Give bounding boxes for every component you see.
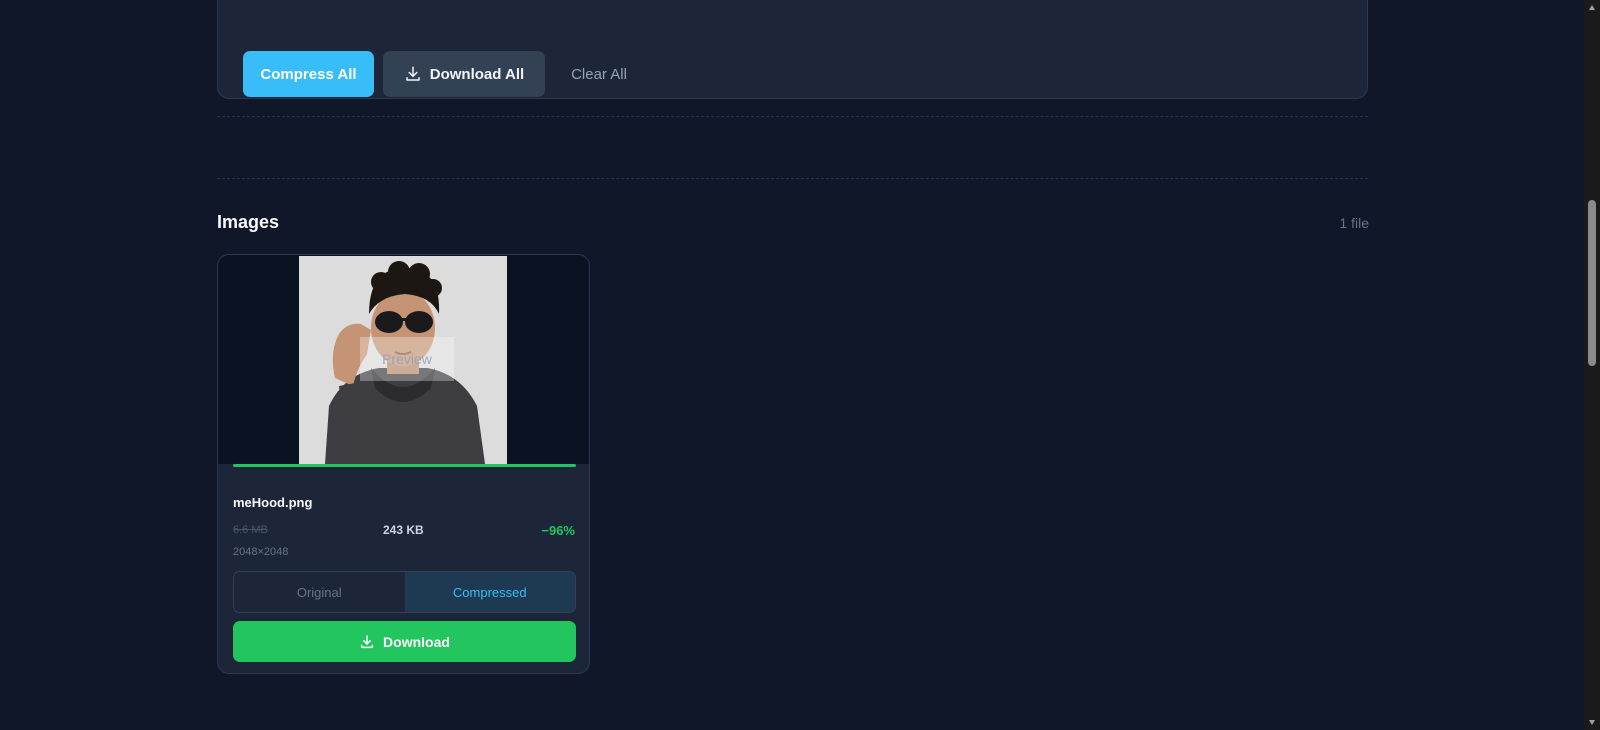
compressed-size: 243 KB bbox=[383, 523, 424, 537]
download-button[interactable]: Download bbox=[233, 621, 576, 662]
download-icon bbox=[406, 66, 420, 81]
download-all-button[interactable]: Download All bbox=[383, 51, 545, 97]
image-preview[interactable]: Preview bbox=[218, 255, 589, 464]
section-divider bbox=[217, 178, 1368, 179]
file-count: 1 file bbox=[1339, 215, 1369, 231]
toggle-original[interactable]: Original bbox=[234, 572, 405, 612]
original-size: 6.6 MB bbox=[233, 524, 268, 536]
image-card: Preview meHood.png 6.6 MB 243 KB −96% 20… bbox=[217, 254, 590, 674]
clear-all-button[interactable]: Clear All bbox=[556, 51, 642, 97]
scroll-down-arrow-icon[interactable] bbox=[1589, 720, 1595, 725]
savings-percent: −96% bbox=[541, 523, 575, 538]
scrollbar-thumb[interactable] bbox=[1588, 200, 1596, 366]
images-section-title: Images bbox=[217, 212, 280, 232]
download-label: Download bbox=[383, 633, 450, 650]
compression-progress-bar bbox=[233, 464, 576, 467]
compress-all-button[interactable]: Compress All bbox=[243, 51, 374, 97]
page-scrollbar[interactable] bbox=[1584, 0, 1600, 730]
compress-all-label: Compress All bbox=[260, 65, 357, 83]
preview-label: Preview bbox=[360, 337, 454, 381]
clear-all-label: Clear All bbox=[571, 65, 627, 83]
file-name: meHood.png bbox=[233, 495, 313, 510]
section-divider bbox=[217, 116, 1368, 117]
download-all-label: Download All bbox=[429, 65, 525, 83]
download-icon bbox=[360, 634, 374, 648]
toggle-compressed[interactable]: Compressed bbox=[404, 572, 575, 612]
scroll-up-arrow-icon[interactable] bbox=[1589, 5, 1595, 10]
image-dimensions: 2048×2048 bbox=[233, 546, 289, 558]
view-toggle: Original Compressed bbox=[233, 571, 576, 613]
